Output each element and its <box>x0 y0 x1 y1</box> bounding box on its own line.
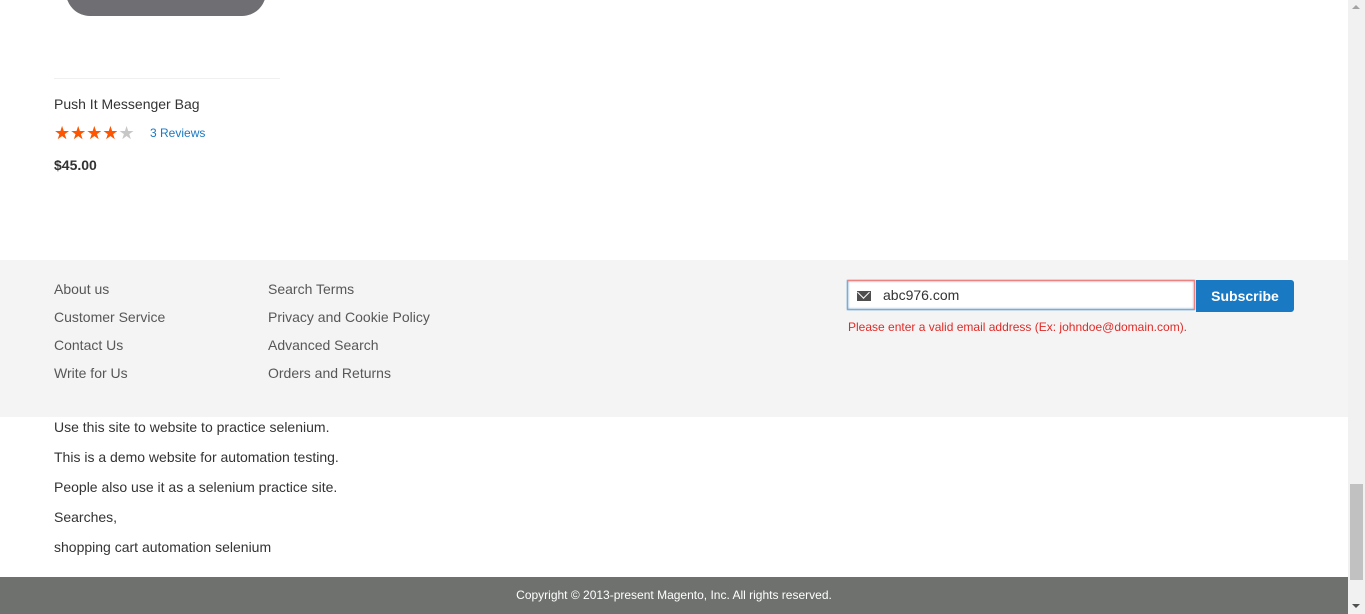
footer-link-advanced-search[interactable]: Advanced Search <box>268 337 379 353</box>
newsletter-email-field <box>847 280 1195 310</box>
scrollbar-thumb[interactable] <box>1350 484 1363 580</box>
info-line: People also use it as a selenium practic… <box>54 479 338 495</box>
footer-link-search-terms[interactable]: Search Terms <box>268 281 354 297</box>
product-rating: ★★★★★ ★★★★★ 3 Reviews <box>54 122 205 144</box>
footer-link-about-us[interactable]: About us <box>54 281 109 297</box>
page: Push It Messenger Bag ★★★★★ ★★★★★ 3 Revi… <box>0 0 1365 614</box>
footer-info-text: Use this site to website to practice sel… <box>54 417 339 567</box>
newsletter-email-input[interactable] <box>883 283 1183 307</box>
rating-stars: ★★★★★ ★★★★★ <box>54 122 144 144</box>
email-error-message: Please enter a valid email address (Ex: … <box>848 320 1188 334</box>
info-line: Searches, <box>54 509 118 525</box>
info-line: Use this site to website to practice sel… <box>54 419 330 435</box>
info-line: This is a demo website for automation te… <box>54 449 339 465</box>
footer-link-privacy-policy[interactable]: Privacy and Cookie Policy <box>268 309 430 325</box>
scroll-up-arrow-icon[interactable] <box>1352 5 1360 9</box>
messenger-bag-image <box>66 0 266 16</box>
rating-stars-filled-icon: ★★★★★ <box>54 123 117 143</box>
page-scrollbar[interactable] <box>1348 0 1365 614</box>
reviews-link[interactable]: 3 Reviews <box>150 126 205 140</box>
footer: About us Customer Service Contact Us Wri… <box>0 260 1348 417</box>
product-price: $45.00 <box>54 157 97 173</box>
envelope-icon <box>857 291 871 301</box>
footer-link-orders-returns[interactable]: Orders and Returns <box>268 365 391 381</box>
product-image-link[interactable] <box>54 0 280 79</box>
footer-links-col-1: About us Customer Service Contact Us Wri… <box>54 280 165 392</box>
info-line: shopping cart automation selenium <box>54 539 272 555</box>
footer-link-customer-service[interactable]: Customer Service <box>54 309 165 325</box>
footer-link-contact-us[interactable]: Contact Us <box>54 337 123 353</box>
copyright-bar: Copyright © 2013-present Magento, Inc. A… <box>0 577 1348 614</box>
footer-link-write-for-us[interactable]: Write for Us <box>54 365 128 381</box>
footer-links-col-2: Search Terms Privacy and Cookie Policy A… <box>268 280 430 392</box>
scroll-down-arrow-icon[interactable] <box>1352 604 1360 608</box>
subscribe-button[interactable]: Subscribe <box>1196 280 1294 312</box>
product-name-link[interactable]: Push It Messenger Bag <box>54 96 200 112</box>
